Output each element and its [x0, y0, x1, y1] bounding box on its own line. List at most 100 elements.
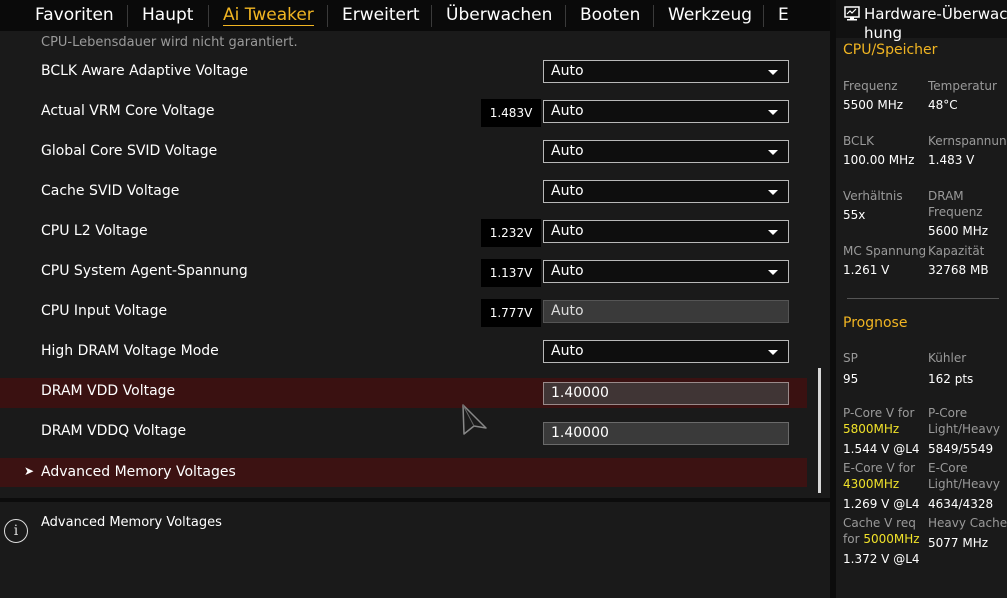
tab-exit[interactable]: E	[778, 5, 789, 25]
stat-label: Frequenz	[843, 79, 898, 93]
current-voltage-readout: 1.483V	[481, 99, 541, 127]
stat-value-ratio: 55x	[843, 208, 866, 222]
tab-separator	[653, 5, 654, 27]
panel-header: Hardware-Überwachung	[836, 0, 1007, 42]
stat-value-ecore-light-heavy: 4634/4328	[928, 497, 994, 511]
stat-label: Kapazität	[928, 244, 985, 258]
tab-erweitert[interactable]: Erweitert	[342, 5, 420, 25]
cpu-l2-voltage-select[interactable]: Auto	[543, 220, 789, 243]
select-value: Auto	[551, 223, 584, 239]
tab-favoriten[interactable]: Favoriten	[35, 5, 114, 25]
tab-booten[interactable]: Booten	[580, 5, 640, 25]
settings-list: CPU-Lebensdauer wird nicht garantiert. B…	[0, 31, 830, 498]
tab-ueberwachen[interactable]: Überwachen	[446, 5, 552, 25]
dropdown-arrow-icon	[768, 350, 778, 355]
high-dram-voltage-mode-select[interactable]: Auto	[543, 340, 789, 363]
setting-label: DRAM VDDQ Voltage	[41, 423, 187, 439]
stat-label: Heavy Cache	[928, 516, 1007, 530]
cache-svid-voltage-select[interactable]: Auto	[543, 180, 789, 203]
chevron-right-icon: ➤	[24, 464, 35, 478]
stat-label: Kühler	[928, 351, 967, 365]
setting-row-global-core-svid-voltage[interactable]: Global Core SVID Voltage Auto	[0, 138, 807, 168]
stat-value-bclk: 100.00 MHz	[843, 153, 915, 167]
tab-separator	[431, 5, 432, 27]
stat-value-pcore-light-heavy: 5849/5549	[928, 442, 994, 456]
stat-label: P-Core V for	[843, 406, 915, 420]
bclk-aware-adaptive-voltage-select[interactable]: Auto	[543, 60, 789, 83]
dropdown-arrow-icon	[768, 270, 778, 275]
stat-value-ecore-voltage: 1.269 V @L4	[843, 497, 920, 511]
stat-value-heavy-cache: 5077 MHz	[928, 536, 989, 550]
stat-freq-highlight: 5800MHz	[843, 422, 900, 436]
stat-value-cooler: 162 pts	[928, 372, 974, 386]
monitor-icon	[844, 6, 860, 21]
stat-label: for 5000MHz	[843, 531, 920, 547]
setting-label: DRAM VDD Voltage	[41, 383, 176, 399]
panel-title: Hardware-Überwachung	[864, 5, 1007, 42]
dropdown-arrow-icon	[768, 190, 778, 195]
setting-label: Actual VRM Core Voltage	[41, 103, 215, 119]
stat-value-mc-voltage: 1.261 V	[843, 263, 890, 277]
tab-separator	[127, 5, 128, 27]
global-core-svid-voltage-select[interactable]: Auto	[543, 140, 789, 163]
setting-row-actual-vrm-core-voltage[interactable]: Actual VRM Core Voltage 1.483V Auto	[0, 98, 807, 128]
cpu-input-voltage-field: Auto	[543, 300, 789, 323]
stat-label: E-Core Light/Heavy	[928, 461, 1000, 491]
stat-label: BCLK	[843, 134, 874, 148]
stat-value-cache-voltage: 1.372 V @L4	[843, 552, 920, 566]
setting-label: Global Core SVID Voltage	[41, 143, 218, 159]
dram-vddq-voltage-input[interactable]: 1.40000	[543, 422, 789, 445]
section-cpu-memory: CPU/Speicher	[843, 42, 938, 58]
stat-freq-highlight: 4300MHz	[843, 477, 900, 491]
tab-separator	[208, 5, 209, 27]
setting-row-cache-svid-voltage[interactable]: Cache SVID Voltage Auto	[0, 178, 807, 208]
setting-row-cpu-system-agent-voltage[interactable]: CPU System Agent-Spannung 1.137V Auto	[0, 258, 807, 288]
tab-werkzeug[interactable]: Werkzeug	[668, 5, 752, 25]
current-voltage-readout: 1.232V	[481, 219, 541, 247]
tab-haupt[interactable]: Haupt	[142, 5, 193, 25]
stat-label: SP	[843, 351, 858, 365]
stat-label: E-Core V for	[843, 461, 916, 475]
setting-label: High DRAM Voltage Mode	[41, 343, 219, 359]
stat-value-sp: 95	[843, 372, 859, 386]
top-navigation: Favoriten Haupt Ai Tweaker Erweitert Übe…	[0, 0, 830, 31]
hardware-monitor-panel: Hardware-Überwachung CPU/Speicher Freque…	[836, 0, 1007, 598]
setting-row-high-dram-voltage-mode[interactable]: High DRAM Voltage Mode Auto	[0, 338, 807, 368]
actual-vrm-core-voltage-select[interactable]: Auto	[543, 100, 789, 123]
help-area: i Advanced Memory Voltages	[0, 502, 830, 598]
dram-vdd-voltage-input[interactable]: 1.40000	[543, 382, 789, 405]
stat-value-core-voltage: 1.483 V	[928, 153, 975, 167]
setting-row-dram-vdd-voltage[interactable]: DRAM VDD Voltage 1.40000	[0, 378, 807, 408]
cpu-system-agent-voltage-select[interactable]: Auto	[543, 260, 789, 283]
stat-label: Verhältnis	[843, 189, 903, 203]
select-value: Auto	[551, 303, 584, 319]
select-value: Auto	[551, 343, 584, 359]
stat-value-pcore-voltage: 1.544 V @L4	[843, 442, 920, 456]
setting-row-bclk-aware-adaptive-voltage[interactable]: BCLK Aware Adaptive Voltage Auto	[0, 58, 807, 88]
select-value: Auto	[551, 143, 584, 159]
stat-value-dram-frequency: 5600 MHz	[928, 224, 989, 238]
setting-row-cpu-input-voltage[interactable]: CPU Input Voltage 1.777V Auto	[0, 298, 807, 328]
dropdown-arrow-icon	[768, 110, 778, 115]
setting-label: CPU L2 Voltage	[41, 223, 148, 239]
info-icon: i	[4, 519, 28, 543]
stat-value-temperature: 48°C	[928, 98, 958, 112]
submenu-advanced-memory-voltages[interactable]: ➤ Advanced Memory Voltages	[0, 458, 807, 487]
select-value: Auto	[551, 63, 584, 79]
stat-label: Kernspannung	[928, 134, 1007, 148]
setting-label: CPU System Agent-Spannung	[41, 263, 248, 279]
setting-label: CPU Input Voltage	[41, 303, 168, 319]
stat-label: DRAM Frequenz	[928, 189, 983, 219]
panel-divider	[847, 298, 999, 299]
stat-value-frequency: 5500 MHz	[843, 98, 904, 112]
section-forecast: Prognose	[843, 315, 908, 331]
select-value: Auto	[551, 263, 584, 279]
setting-row-dram-vddq-voltage[interactable]: DRAM VDDQ Voltage 1.40000	[0, 418, 807, 448]
scrollbar[interactable]	[818, 368, 821, 493]
stat-freq-highlight: 5000MHz	[863, 532, 920, 546]
tab-separator	[327, 5, 328, 27]
warning-text: CPU-Lebensdauer wird nicht garantiert.	[41, 35, 298, 50]
stat-label: Temperatur	[928, 79, 997, 93]
setting-row-cpu-l2-voltage[interactable]: CPU L2 Voltage 1.232V Auto	[0, 218, 807, 248]
tab-ai-tweaker[interactable]: Ai Tweaker	[223, 5, 314, 26]
